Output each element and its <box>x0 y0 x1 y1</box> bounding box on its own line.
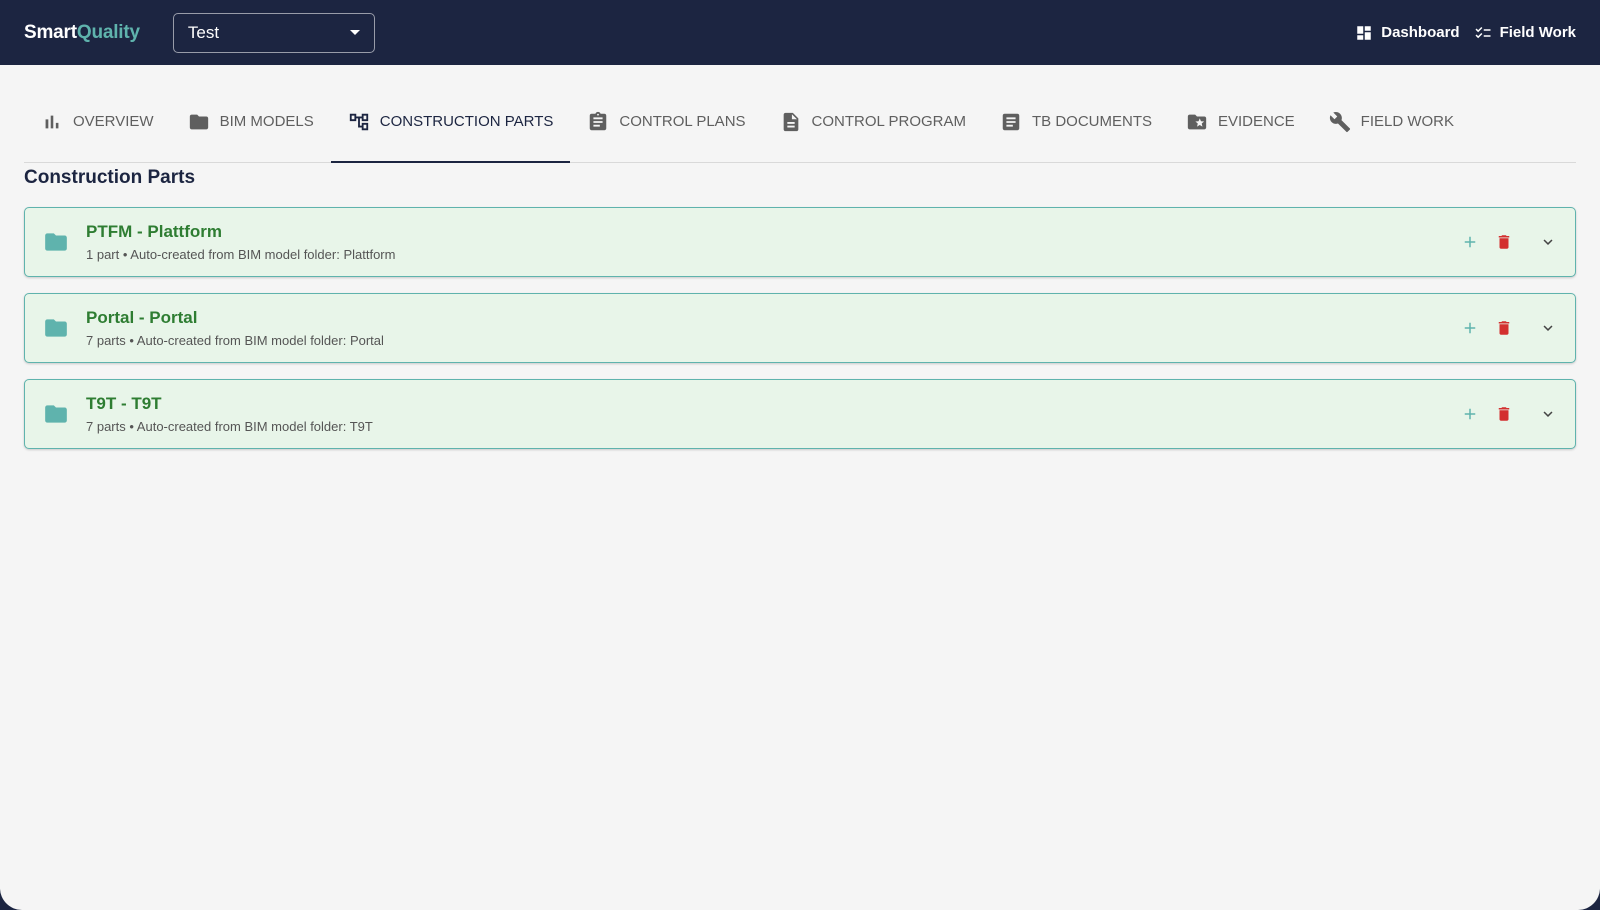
delete-part-button[interactable] <box>1495 405 1513 423</box>
tab-label: OVERVIEW <box>73 113 154 130</box>
tab-bar: OVERVIEW BIM MODELS CONSTRUCTION PARTS C… <box>24 81 1576 163</box>
app-window: SmartQuality Test Dashboard Field Work O… <box>0 0 1600 910</box>
chevron-down-icon <box>1543 239 1553 245</box>
dashboard-link[interactable]: Dashboard <box>1355 24 1460 42</box>
document-icon <box>783 112 798 131</box>
tab-evidence[interactable]: EVIDENCE <box>1169 81 1312 162</box>
caret-down-icon <box>349 30 360 35</box>
article-icon <box>1002 113 1020 130</box>
tab-label: CONTROL PROGRAM <box>811 113 966 130</box>
expand-button[interactable] <box>1539 405 1557 423</box>
tab-control-plans[interactable]: CONTROL PLANS <box>570 81 762 162</box>
top-bar: SmartQuality Test Dashboard Field Work <box>0 0 1600 65</box>
tab-label: BIM MODELS <box>219 113 314 130</box>
folder-icon <box>43 229 69 255</box>
tab-label: CONSTRUCTION PARTS <box>379 113 554 130</box>
construction-part-card[interactable]: PTFM - Plattform 1 part • Auto-created f… <box>24 207 1576 277</box>
clipboard-icon <box>590 111 607 130</box>
folder-icon <box>189 114 208 129</box>
delete-part-button[interactable] <box>1495 319 1513 337</box>
brand-part1: Smart <box>24 21 77 43</box>
construction-part-card[interactable]: Portal - Portal 7 parts • Auto-created f… <box>24 293 1576 363</box>
trash-icon <box>1498 407 1510 421</box>
trash-icon <box>1498 321 1510 335</box>
tab-label: CONTROL PLANS <box>619 113 746 130</box>
part-title: PTFM - Plattform <box>86 222 222 241</box>
part-title: T9T - T9T <box>86 394 162 413</box>
construction-part-card[interactable]: T9T - T9T 7 parts • Auto-created from BI… <box>24 379 1576 449</box>
field-work-link[interactable]: Field Work <box>1474 24 1576 42</box>
checklist-icon <box>1475 26 1491 38</box>
tab-label: EVIDENCE <box>1217 113 1295 130</box>
project-select[interactable]: Test <box>172 12 375 53</box>
tab-bim-models[interactable]: BIM MODELS <box>171 81 331 162</box>
tab-tb-documents[interactable]: TB DOCUMENTS <box>983 81 1169 162</box>
dashboard-link-label: Dashboard <box>1381 24 1460 41</box>
section-title: Construction Parts <box>24 167 196 188</box>
expand-button[interactable] <box>1539 319 1557 337</box>
add-part-button[interactable] <box>1461 319 1479 337</box>
folder-icon <box>43 401 69 427</box>
dashboard-icon <box>1357 25 1371 40</box>
bar-chart-icon <box>45 115 59 128</box>
add-part-button[interactable] <box>1461 405 1479 423</box>
field-work-link-label: Field Work <box>1499 24 1576 41</box>
wrench-icon <box>1329 111 1350 132</box>
project-select-value: Test <box>187 22 220 42</box>
tab-overview[interactable]: OVERVIEW <box>24 81 171 162</box>
tab-control-program[interactable]: CONTROL PROGRAM <box>763 81 983 162</box>
trash-icon <box>1498 235 1510 249</box>
expand-button[interactable] <box>1539 233 1557 251</box>
part-title: Portal - Portal <box>86 308 198 327</box>
part-subtitle: 7 parts • Auto-created from BIM model fo… <box>86 419 373 434</box>
part-subtitle: 1 part • Auto-created from BIM model fol… <box>86 247 396 262</box>
delete-part-button[interactable] <box>1495 233 1513 251</box>
tab-label: FIELD WORK <box>1360 113 1455 130</box>
tab-field-work[interactable]: FIELD WORK <box>1312 81 1471 162</box>
chevron-down-icon <box>1543 411 1553 417</box>
construction-parts-list: PTFM - Plattform 1 part • Auto-created f… <box>24 207 1576 449</box>
chevron-down-icon <box>1543 325 1553 331</box>
part-subtitle: 7 parts • Auto-created from BIM model fo… <box>86 333 384 348</box>
plus-icon <box>1464 322 1476 334</box>
add-part-button[interactable] <box>1461 233 1479 251</box>
brand-part2: Quality <box>76 21 140 43</box>
plus-icon <box>1464 408 1476 420</box>
tab-label: TB DOCUMENTS <box>1031 113 1152 130</box>
folder-star-icon <box>1187 114 1207 129</box>
top-links: Dashboard Field Work <box>1355 24 1576 42</box>
hierarchy-icon <box>349 113 368 130</box>
folder-icon <box>43 315 69 341</box>
brand-logo[interactable]: SmartQuality <box>24 22 140 44</box>
plus-icon <box>1464 236 1476 248</box>
tab-construction-parts[interactable]: CONSTRUCTION PARTS <box>330 81 571 163</box>
